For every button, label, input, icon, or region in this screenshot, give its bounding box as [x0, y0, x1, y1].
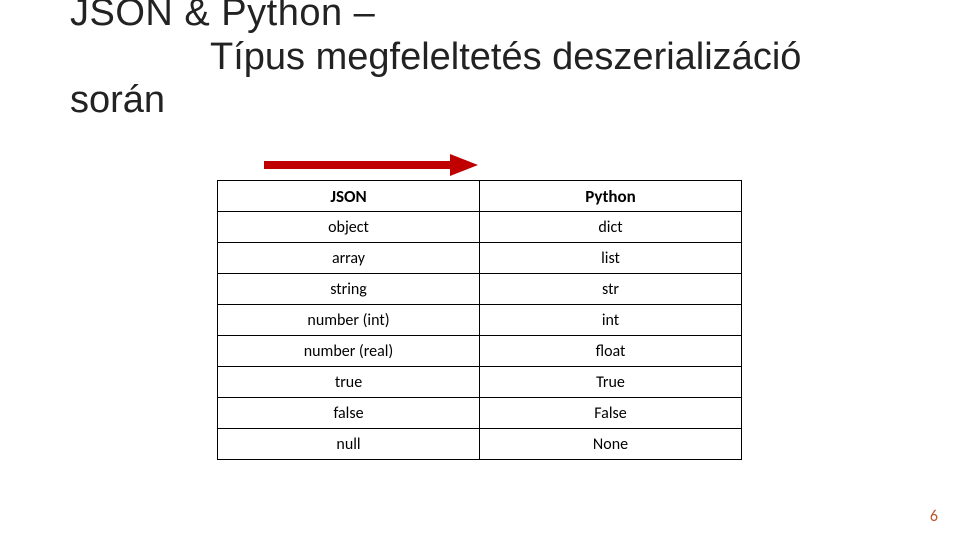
- title-line-2: Típus megfeleltetés deszerializáció: [70, 36, 890, 80]
- cell-python: int: [480, 305, 742, 336]
- type-mapping-table: JSON Python objectdictarrayliststringstr…: [217, 180, 742, 460]
- table-row: nullNone: [218, 429, 742, 460]
- cell-json: true: [218, 367, 480, 398]
- header-json: JSON: [218, 181, 480, 212]
- cell-python: None: [480, 429, 742, 460]
- title-line-3: során: [70, 79, 890, 123]
- arrow-right-icon: [260, 150, 480, 180]
- table-row: objectdict: [218, 212, 742, 243]
- header-python: Python: [480, 181, 742, 212]
- title-line-1: JSON & Python –: [70, 0, 890, 36]
- cell-json: array: [218, 243, 480, 274]
- cell-python: True: [480, 367, 742, 398]
- cell-json: false: [218, 398, 480, 429]
- table-row: number (real)float: [218, 336, 742, 367]
- page-number: 6: [930, 507, 938, 526]
- cell-json: number (real): [218, 336, 480, 367]
- table-row: stringstr: [218, 274, 742, 305]
- cell-json: string: [218, 274, 480, 305]
- cell-python: dict: [480, 212, 742, 243]
- cell-json: object: [218, 212, 480, 243]
- cell-python: False: [480, 398, 742, 429]
- cell-python: float: [480, 336, 742, 367]
- cell-json: number (int): [218, 305, 480, 336]
- table-row: falseFalse: [218, 398, 742, 429]
- cell-json: null: [218, 429, 480, 460]
- table-header-row: JSON Python: [218, 181, 742, 212]
- cell-python: list: [480, 243, 742, 274]
- cell-python: str: [480, 274, 742, 305]
- slide-title: JSON & Python – Típus megfeleltetés desz…: [70, 0, 890, 123]
- table-row: arraylist: [218, 243, 742, 274]
- table-row: trueTrue: [218, 367, 742, 398]
- table-row: number (int)int: [218, 305, 742, 336]
